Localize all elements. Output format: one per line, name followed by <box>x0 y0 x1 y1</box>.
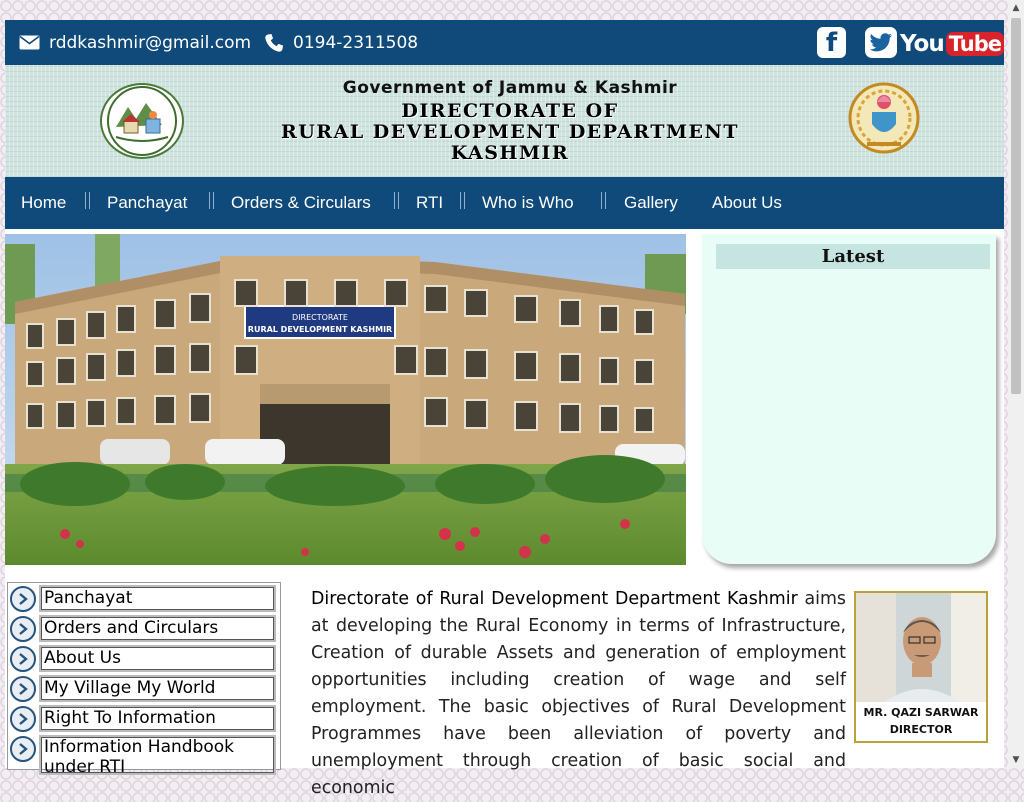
envelope-icon <box>19 35 40 50</box>
twitter-icon[interactable] <box>865 27 897 58</box>
nav-home[interactable]: Home <box>21 177 66 229</box>
sidebar-item-label: Information Handbook under RTI <box>39 735 276 775</box>
email-text: rddkashmir@gmail.com <box>49 32 252 53</box>
nav-separator <box>394 192 399 209</box>
nav-about-us[interactable]: About Us <box>712 177 782 229</box>
intro-body: aims at developing the Rural Economy in … <box>311 589 846 798</box>
director-role: DIRECTOR <box>889 723 953 736</box>
state-emblem-icon <box>843 80 925 158</box>
intro-article: Directorate of Rural Development Departm… <box>311 586 846 802</box>
scrollbar-thumb[interactable] <box>1011 18 1021 394</box>
nav-rti[interactable]: RTI <box>416 177 443 229</box>
nav-separator <box>209 192 214 209</box>
sidebar-item-rti[interactable]: Right To Information <box>10 705 278 732</box>
main-navigation: Home Panchayat Orders & Circulars RTI Wh… <box>5 177 1004 229</box>
phone-text: 0194-2311508 <box>293 32 419 53</box>
header-banner: Government of Jammu & Kashmir DIRECTORAT… <box>5 65 1004 177</box>
facebook-icon[interactable]: f <box>817 27 846 58</box>
chevron-right-icon <box>10 676 36 702</box>
sidebar-item-about-us[interactable]: About Us <box>10 645 278 672</box>
nav-separator <box>460 192 465 209</box>
sidebar-item-orders-circulars[interactable]: Orders and Circulars <box>10 615 278 642</box>
phone-contact[interactable]: 0194-2311508 <box>264 20 418 65</box>
scroll-down-icon[interactable]: ▼ <box>1008 752 1024 768</box>
director-name: MR. QAZI SARWAR <box>863 706 979 719</box>
nav-who-is-who[interactable]: Who is Who <box>482 177 574 229</box>
youtube-tube-text: Tube <box>945 32 1004 56</box>
nav-separator <box>85 192 90 209</box>
sidebar-item-label: Orders and Circulars <box>39 615 276 642</box>
chevron-right-icon <box>10 616 36 642</box>
building-sign-line1: DIRECTORATE <box>292 313 348 322</box>
hero-building-image: DIRECTORATE RURAL DEVELOPMENT KASHMIR <box>5 234 686 565</box>
sidebar-item-label: Panchayat <box>39 585 276 612</box>
building-sign-line2: RURAL DEVELOPMENT KASHMIR <box>248 325 392 334</box>
sidebar-item-label: About Us <box>39 645 276 672</box>
youtube-you-text: You <box>900 31 945 57</box>
sidebar-item-rti-handbook[interactable]: Information Handbook under RTI <box>10 735 278 775</box>
chevron-right-icon <box>10 706 36 732</box>
latest-news-panel: Latest <box>702 234 996 564</box>
top-contact-bar: rddkashmir@gmail.com 0194-2311508 f You T… <box>5 20 1004 65</box>
nav-panchayat[interactable]: Panchayat <box>107 177 187 229</box>
chevron-right-icon <box>10 646 36 672</box>
intro-lead: Directorate of Rural Development Departm… <box>311 589 798 609</box>
sidebar-item-my-village[interactable]: My Village My World <box>10 675 278 702</box>
facebook-glyph: f <box>825 27 838 58</box>
director-caption: MR. QAZI SARWAR DIRECTOR <box>856 702 986 741</box>
page-scrollbar[interactable]: ▲ ▼ <box>1008 0 1024 768</box>
nav-gallery[interactable]: Gallery <box>624 177 678 229</box>
latest-title: Latest <box>716 244 990 269</box>
nav-separator <box>601 192 606 209</box>
chevron-right-icon <box>10 586 36 612</box>
sidebar-item-panchayat[interactable]: Panchayat <box>10 585 278 612</box>
sidebar-item-label: Right To Information <box>39 705 276 732</box>
page: rddkashmir@gmail.com 0194-2311508 f You T… <box>5 20 1004 798</box>
phone-icon <box>264 33 284 53</box>
nav-orders-circulars[interactable]: Orders & Circulars <box>231 177 371 229</box>
youtube-icon[interactable]: You Tube <box>900 27 1004 61</box>
sidebar-item-label: My Village My World <box>39 675 276 702</box>
email-contact[interactable]: rddkashmir@gmail.com <box>19 20 251 65</box>
chevron-right-icon <box>10 736 36 762</box>
scroll-up-icon[interactable]: ▲ <box>1008 0 1024 16</box>
sidebar-links: Panchayat Orders and Circulars About Us … <box>7 582 281 775</box>
director-photo: MR. QAZI SARWAR DIRECTOR <box>854 591 988 743</box>
